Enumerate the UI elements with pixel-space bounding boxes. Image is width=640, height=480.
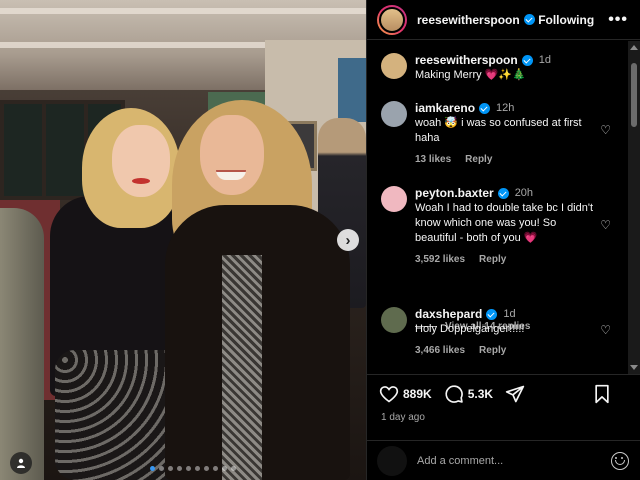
caption: reesewitherspoon 1d Making Merry 💗✨🎄 <box>381 53 629 83</box>
carousel-dot <box>213 466 218 471</box>
like-comment-heart-icon[interactable]: ♡ <box>600 123 611 137</box>
photo-person-1-lips <box>132 178 150 184</box>
post-time-ago: 1 day ago <box>381 412 425 423</box>
comment-avatar[interactable] <box>381 101 407 127</box>
caption-text: Making Merry 💗✨🎄 <box>415 69 526 81</box>
photo-person-2-dress <box>222 255 262 480</box>
post-photo: › <box>0 0 366 480</box>
carousel-dot <box>222 466 227 471</box>
comments-list: reesewitherspoon 1d Making Merry 💗✨🎄 iam… <box>367 41 629 374</box>
carousel-dot <box>168 466 173 471</box>
carousel-dot <box>204 466 209 471</box>
comment-item: peyton.baxter 20h Woah I had to double t… <box>381 186 629 267</box>
send-icon <box>505 385 525 403</box>
comment-item: daxshepard 1d Holy Doppelgänger!!!!! 3,4… <box>381 307 629 358</box>
verified-badge-icon <box>479 103 491 114</box>
following-button[interactable]: Following <box>538 13 594 27</box>
more-options-icon[interactable]: ••• <box>608 11 628 28</box>
post-header: reesewitherspoon Following ••• <box>367 0 640 40</box>
save-button[interactable] <box>593 384 615 404</box>
heart-icon <box>379 386 399 403</box>
post-actions: 889K 5.3K 1 day ago <box>367 374 640 440</box>
comment-input[interactable] <box>417 454 611 467</box>
like-comment-heart-icon[interactable]: ♡ <box>600 218 611 232</box>
post-sidebar: reesewitherspoon Following ••• reesewith… <box>366 0 640 480</box>
comment-likes[interactable]: 3,466 likes <box>415 345 465 356</box>
comment-likes[interactable]: 3,592 likes <box>415 254 465 265</box>
user-icon <box>17 458 25 468</box>
carousel-dot <box>159 466 164 471</box>
carousel-dot <box>150 466 155 471</box>
comment-time: 1d <box>503 308 516 320</box>
comment-item: iamkareno 12h woah 🤯 i was so confused a… <box>381 101 629 167</box>
carousel-dot <box>177 466 182 471</box>
reply-button[interactable]: Reply <box>465 154 492 165</box>
carousel-dot <box>186 466 191 471</box>
comments-count[interactable]: 5.3K <box>468 387 493 401</box>
author-avatar[interactable] <box>377 4 407 35</box>
user-tag-button[interactable] <box>10 452 32 474</box>
comment-username[interactable]: iamkareno <box>415 101 475 116</box>
comment-button[interactable]: 5.3K <box>444 384 493 404</box>
photo-screen <box>338 58 366 122</box>
emoji-icon[interactable] <box>611 451 629 470</box>
comment-text: woah 🤯 i was so confused at first haha <box>415 117 582 144</box>
bookmark-icon <box>595 384 609 404</box>
comment-username[interactable]: peyton.baxter <box>415 186 494 201</box>
carousel-indicator <box>150 466 236 471</box>
verified-badge-icon <box>486 309 498 320</box>
likes-count[interactable]: 889K <box>403 387 432 401</box>
reply-button[interactable]: Reply <box>479 345 506 356</box>
scroll-down-arrow-icon[interactable] <box>630 365 638 370</box>
carousel-dot <box>231 466 236 471</box>
carousel-dot <box>195 466 200 471</box>
scroll-up-arrow-icon[interactable] <box>630 45 638 50</box>
comment-bubble-icon <box>445 385 463 403</box>
comment-text: Woah I had to double take bc I didn't kn… <box>415 202 594 244</box>
author-username[interactable]: reesewitherspoon <box>417 13 520 27</box>
comments-scrollbar[interactable] <box>628 41 640 374</box>
my-avatar <box>377 445 407 476</box>
like-button[interactable]: 889K <box>379 384 432 404</box>
verified-badge-icon <box>521 55 533 66</box>
comment-username[interactable]: daxshepard <box>415 307 482 322</box>
verified-badge-icon <box>497 188 509 199</box>
comment-time: 20h <box>514 187 534 199</box>
reply-button[interactable]: Reply <box>479 254 506 265</box>
caption-username[interactable]: reesewitherspoon <box>415 53 518 68</box>
comment-avatar[interactable] <box>381 186 407 212</box>
verified-badge-icon <box>523 14 535 25</box>
photo-left-person <box>0 208 44 480</box>
caption-avatar[interactable] <box>381 53 407 79</box>
comment-avatar[interactable] <box>381 307 407 333</box>
photo-person-1-face <box>112 125 170 197</box>
carousel-next-button[interactable]: › <box>337 229 359 251</box>
comment-likes[interactable]: 13 likes <box>415 154 451 165</box>
comment-text: Holy Doppelgänger!!!!! <box>415 323 525 335</box>
scroll-thumb[interactable] <box>631 63 637 127</box>
photo-person-2-face <box>200 115 264 195</box>
add-comment-bar <box>367 440 640 480</box>
like-comment-heart-icon[interactable]: ♡ <box>600 323 611 337</box>
comment-time: 12h <box>496 102 515 114</box>
share-button[interactable] <box>505 384 529 404</box>
caption-time: 1d <box>538 54 551 66</box>
